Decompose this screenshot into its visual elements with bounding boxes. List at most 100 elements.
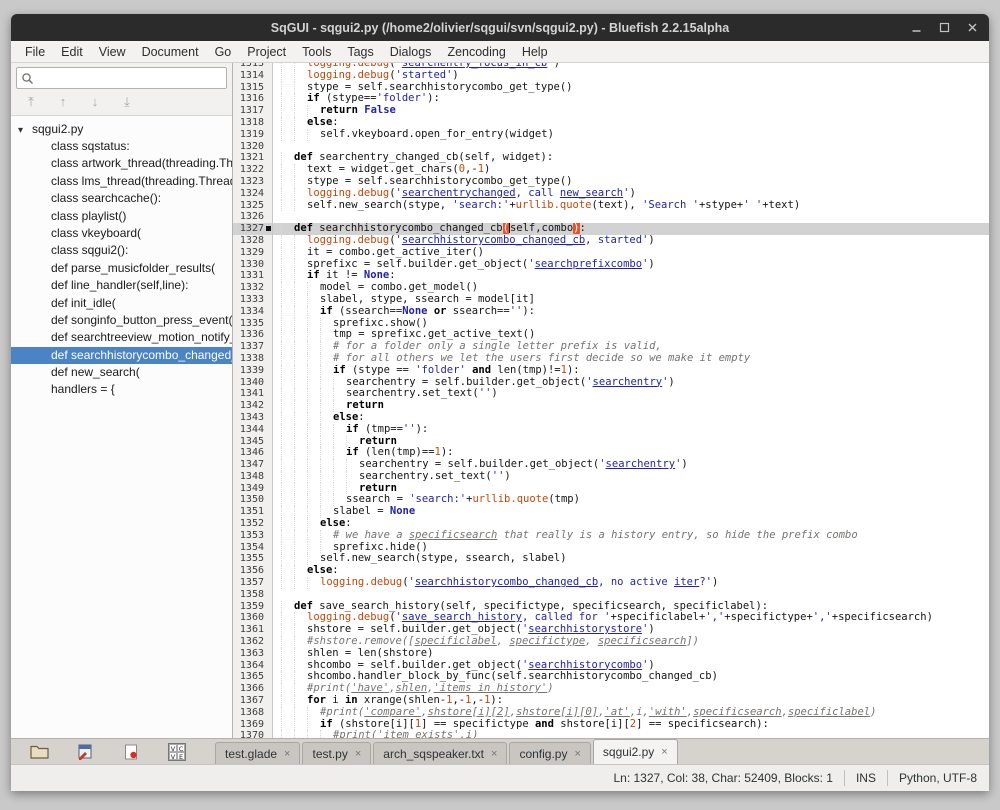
code-line[interactable]: 1321def searchentry_changed_cb(self, wid… [233, 152, 989, 164]
tree-item[interactable]: class playlist() [11, 208, 232, 225]
tab-test-glade[interactable]: test.glade× [215, 742, 300, 764]
code-line[interactable]: 1339if (stype == 'folder' and len(tmp)!=… [233, 365, 989, 377]
tree-item[interactable]: class vkeyboard( [11, 225, 232, 242]
code-line[interactable]: 1330sprefixc = self.builder.get_object('… [233, 259, 989, 271]
code-line[interactable]: 1350ssearch = 'search:'+urllib.quote(tmp… [233, 494, 989, 506]
menu-view[interactable]: View [91, 45, 134, 59]
code-line[interactable]: 1322text = widget.get_chars(0,-1) [233, 164, 989, 176]
code-line[interactable]: 1332model = combo.get_model() [233, 282, 989, 294]
minimize-icon[interactable] [910, 21, 923, 34]
tree-item[interactable]: handlers = { [11, 381, 232, 398]
tab-close-icon[interactable]: × [661, 746, 667, 758]
tree-item[interactable]: def searchtreeview_motion_notify_eve [11, 329, 232, 346]
code-line[interactable]: 1315stype = self.searchhistorycombo_get_… [233, 82, 989, 94]
menu-zencoding[interactable]: Zencoding [439, 45, 513, 59]
code-line[interactable]: 1356else: [233, 565, 989, 577]
code-line[interactable]: 1368#print('compare',shstore[i][2],shsto… [233, 707, 989, 719]
expander-icon[interactable]: ▾ [18, 122, 32, 140]
menu-go[interactable]: Go [207, 45, 240, 59]
code-line[interactable]: 1358 [233, 589, 989, 601]
code-line[interactable]: 1341searchentry.set_text('') [233, 388, 989, 400]
tree-item[interactable]: def line_handler(self,line): [11, 277, 232, 294]
code-line[interactable]: 1329it = combo.get_active_iter() [233, 247, 989, 259]
code-line[interactable]: 1348searchentry.set_text('') [233, 471, 989, 483]
code-line[interactable]: 1370#print('item exists',i) [233, 730, 989, 738]
code-line[interactable]: 1314logging.debug('started') [233, 70, 989, 82]
code-line[interactable]: 1342return [233, 400, 989, 412]
code-line[interactable]: 1320 [233, 141, 989, 153]
code-line[interactable]: 1365shcombo.handler_block_by_func(self.s… [233, 671, 989, 683]
tree-item[interactable]: def new_search( [11, 364, 232, 381]
editor[interactable]: 1313logging.debug('searchentry_focus_in_… [233, 63, 989, 738]
tree-root[interactable]: ▾sqgui2.py [11, 120, 232, 138]
menu-dialogs[interactable]: Dialogs [382, 45, 440, 59]
charmap-icon[interactable]: VCVE [165, 742, 189, 762]
code-line[interactable]: 1362#shstore.remove([specificlabel, spec… [233, 636, 989, 648]
tab-close-icon[interactable]: × [574, 748, 580, 760]
tab-close-icon[interactable]: × [284, 748, 290, 760]
code-line[interactable]: 1316if (stype=='folder'): [233, 93, 989, 105]
tab-close-icon[interactable]: × [355, 748, 361, 760]
previous-result-icon[interactable]: ↑ [53, 94, 73, 110]
close-icon[interactable] [966, 21, 979, 34]
next-result-icon[interactable]: ↓ [85, 94, 105, 110]
code-line[interactable]: 1318else: [233, 117, 989, 129]
menu-help[interactable]: Help [514, 45, 556, 59]
code-line[interactable]: 1334if (ssearch==None or ssearch==''): [233, 306, 989, 318]
code-line[interactable]: 1369if (shstore[i][1] == specifictype an… [233, 719, 989, 731]
menu-tags[interactable]: Tags [339, 45, 381, 59]
code-line[interactable]: 1340searchentry = self.builder.get_objec… [233, 377, 989, 389]
code-line[interactable]: 1352else: [233, 518, 989, 530]
code-line[interactable]: 1313logging.debug('searchentry_focus_in_… [233, 63, 989, 70]
code-line[interactable]: 1351slabel = None [233, 506, 989, 518]
tree-item[interactable]: class artwork_thread(threading.Thread [11, 155, 232, 172]
tree-item[interactable]: class lms_thread(threading.Thread): [11, 173, 232, 190]
code-line[interactable]: 1359def save_search_history(self, specif… [233, 601, 989, 613]
bookmarks-icon[interactable] [73, 742, 97, 762]
code-line[interactable]: 1364shcombo = self.builder.get_object('s… [233, 660, 989, 672]
code-line[interactable]: 1338# for all others we let the users fi… [233, 353, 989, 365]
code-line[interactable]: 1328logging.debug('searchhistorycombo_ch… [233, 235, 989, 247]
tree-item[interactable]: def searchhistorycombo_changed_cb( [11, 347, 232, 364]
tab-close-icon[interactable]: × [491, 748, 497, 760]
tab-config-py[interactable]: config.py× [509, 742, 590, 764]
code-line[interactable]: 1337# for a folder only a single letter … [233, 341, 989, 353]
code-line[interactable]: 1354sprefixc.hide() [233, 542, 989, 554]
code-line[interactable]: 1367for i in xrange(shlen-1,-1,-1): [233, 695, 989, 707]
menu-file[interactable]: File [17, 45, 53, 59]
code-line[interactable]: 1325self.new_search(stype, 'search:'+url… [233, 200, 989, 212]
tree-item[interactable]: def init_idle( [11, 295, 232, 312]
snippets-icon[interactable] [119, 742, 143, 762]
code-line[interactable]: 1323stype = self.searchhistorycombo_get_… [233, 176, 989, 188]
tab-arch-sqspeaker-txt[interactable]: arch_sqspeaker.txt× [373, 742, 507, 764]
tab-sqgui2-py[interactable]: sqgui2.py× [593, 739, 678, 764]
menu-edit[interactable]: Edit [53, 45, 91, 59]
tree-item[interactable]: class sqstatus: [11, 138, 232, 155]
code-line[interactable]: 1361shstore = self.builder.get_object('s… [233, 624, 989, 636]
search-input[interactable] [38, 71, 222, 85]
code-line[interactable]: 1324logging.debug('searchentrychanged, c… [233, 188, 989, 200]
code-line[interactable]: 1326 [233, 211, 989, 223]
code-line[interactable]: 1366#print('have',shlen,'items in histor… [233, 683, 989, 695]
code-line[interactable]: 1317return False [233, 105, 989, 117]
tree-item[interactable]: def songinfo_button_press_event(self, [11, 312, 232, 329]
code-line[interactable]: 1343else: [233, 412, 989, 424]
first-result-icon[interactable]: ⤒ [21, 94, 41, 110]
code-line[interactable]: 1353# we have a specificsearch that real… [233, 530, 989, 542]
menu-project[interactable]: Project [239, 45, 294, 59]
code-line[interactable]: 1319self.vkeyboard.open_for_entry(widget… [233, 129, 989, 141]
search-box[interactable] [16, 67, 227, 89]
code-line[interactable]: 1357logging.debug('searchhistorycombo_ch… [233, 577, 989, 589]
code-line[interactable]: 1327def searchhistorycombo_changed_cb(se… [233, 223, 989, 235]
tree-item[interactable]: class searchcache(): [11, 190, 232, 207]
maximize-icon[interactable] [938, 21, 951, 34]
code-line[interactable]: 1360logging.debug('save_search_history, … [233, 612, 989, 624]
tree-item[interactable]: def parse_musicfolder_results( [11, 260, 232, 277]
code-line[interactable]: 1333slabel, stype, ssearch = model[it] [233, 294, 989, 306]
last-result-icon[interactable]: ⤓ [117, 94, 137, 110]
code-line[interactable]: 1344if (tmp==''): [233, 424, 989, 436]
menu-document[interactable]: Document [134, 45, 207, 59]
code-line[interactable]: 1363shlen = len(shstore) [233, 648, 989, 660]
tab-test-py[interactable]: test.py× [302, 742, 371, 764]
filebrowser-icon[interactable] [27, 742, 51, 762]
